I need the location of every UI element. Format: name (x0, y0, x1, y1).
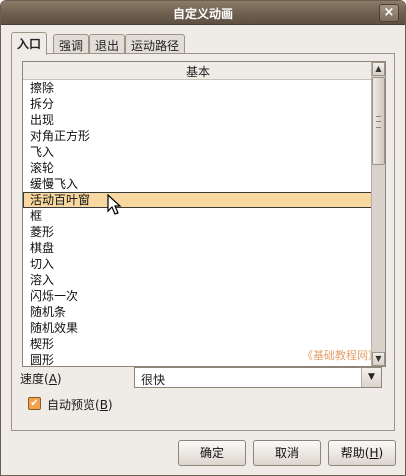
speed-value: 很快 (141, 373, 166, 387)
up-arrow-icon: ▲ (375, 64, 382, 73)
list-item[interactable]: 棋盘 (23, 240, 373, 256)
list-item[interactable]: 随机条 (23, 304, 373, 320)
list-item[interactable]: 闪烁一次 (23, 288, 373, 304)
auto-preview-label: 自动预览(B) (47, 398, 113, 412)
list-item[interactable]: 对角正方形 (23, 128, 373, 144)
list-item[interactable]: 菱形 (23, 224, 373, 240)
chevron-down-icon[interactable]: ▼ (361, 368, 381, 387)
list-item[interactable]: 擦除 (23, 80, 373, 96)
custom-animation-dialog: 自定义动画 × 入口 强调 退出 运动路径 基本 擦除 拆分 出现 对角正方形 飞入 滚轮… (0, 0, 406, 476)
checkmark-icon: ✔ (30, 398, 39, 409)
list-item[interactable]: 框 (23, 208, 373, 224)
tab-entrance[interactable]: 入口 (11, 32, 48, 55)
list-item[interactable]: 飞入 (23, 144, 373, 160)
watermark-text: 《基础教程网》 (302, 349, 379, 362)
help-button[interactable]: 帮助(H) (328, 440, 396, 466)
down-arrow-icon: ▼ (375, 354, 382, 363)
list-item[interactable]: 溶入 (23, 272, 373, 288)
effect-list-rows[interactable]: 擦除 拆分 出现 对角正方形 飞入 滚轮 缓慢飞入 活动百叶窗框菱形 棋盘 切入 溶入 闪烁一次 随机条… (23, 80, 373, 366)
scroll-thumb[interactable] (372, 77, 385, 165)
effect-list[interactable]: 基本 擦除 拆分 出现 对角正方形 飞入 滚轮 缓慢飞入 活动百叶窗框菱形 棋盘 切入 溶入 闪烁一次… (22, 61, 386, 367)
list-item[interactable]: 滚轮 (23, 160, 373, 176)
tab-exit[interactable]: 退出 (89, 34, 126, 54)
ok-button[interactable]: 确定 (178, 440, 246, 466)
mouse-pointer-icon (107, 194, 122, 215)
scroll-up-button[interactable]: ▲ (372, 62, 385, 76)
close-button[interactable]: × (379, 4, 399, 22)
title-bar[interactable]: 自定义动画 × (1, 1, 405, 25)
list-item[interactable]: 活动百叶窗 (23, 192, 373, 208)
list-item[interactable]: 切入 (23, 256, 373, 272)
list-category-header: 基本 (23, 62, 373, 80)
list-item[interactable]: 拆分 (23, 96, 373, 112)
scroll-down-button[interactable]: ▼ (372, 352, 385, 366)
list-item[interactable]: 随机效果 (23, 320, 373, 336)
list-item[interactable]: 出现 (23, 112, 373, 128)
window-title: 自定义动画 (172, 7, 233, 21)
tab-panel: 基本 擦除 拆分 出现 对角正方形 飞入 滚轮 缓慢飞入 活动百叶窗框菱形 棋盘 切入 溶入 闪烁一次… (11, 53, 395, 431)
grip-icon (376, 116, 381, 128)
speed-label: 速度(A) (20, 372, 62, 386)
auto-preview-checkbox[interactable]: ✔ (28, 397, 41, 410)
tab-emphasis[interactable]: 强调 (53, 34, 90, 54)
list-scrollbar[interactable]: ▲ ▼ (371, 62, 385, 366)
cancel-button[interactable]: 取消 (253, 440, 321, 466)
list-item[interactable]: 缓慢飞入 (23, 176, 373, 192)
speed-dropdown[interactable]: 很快 ▼ (134, 367, 382, 388)
close-icon: × (383, 5, 395, 20)
tab-motion-path[interactable]: 运动路径 (125, 34, 186, 54)
